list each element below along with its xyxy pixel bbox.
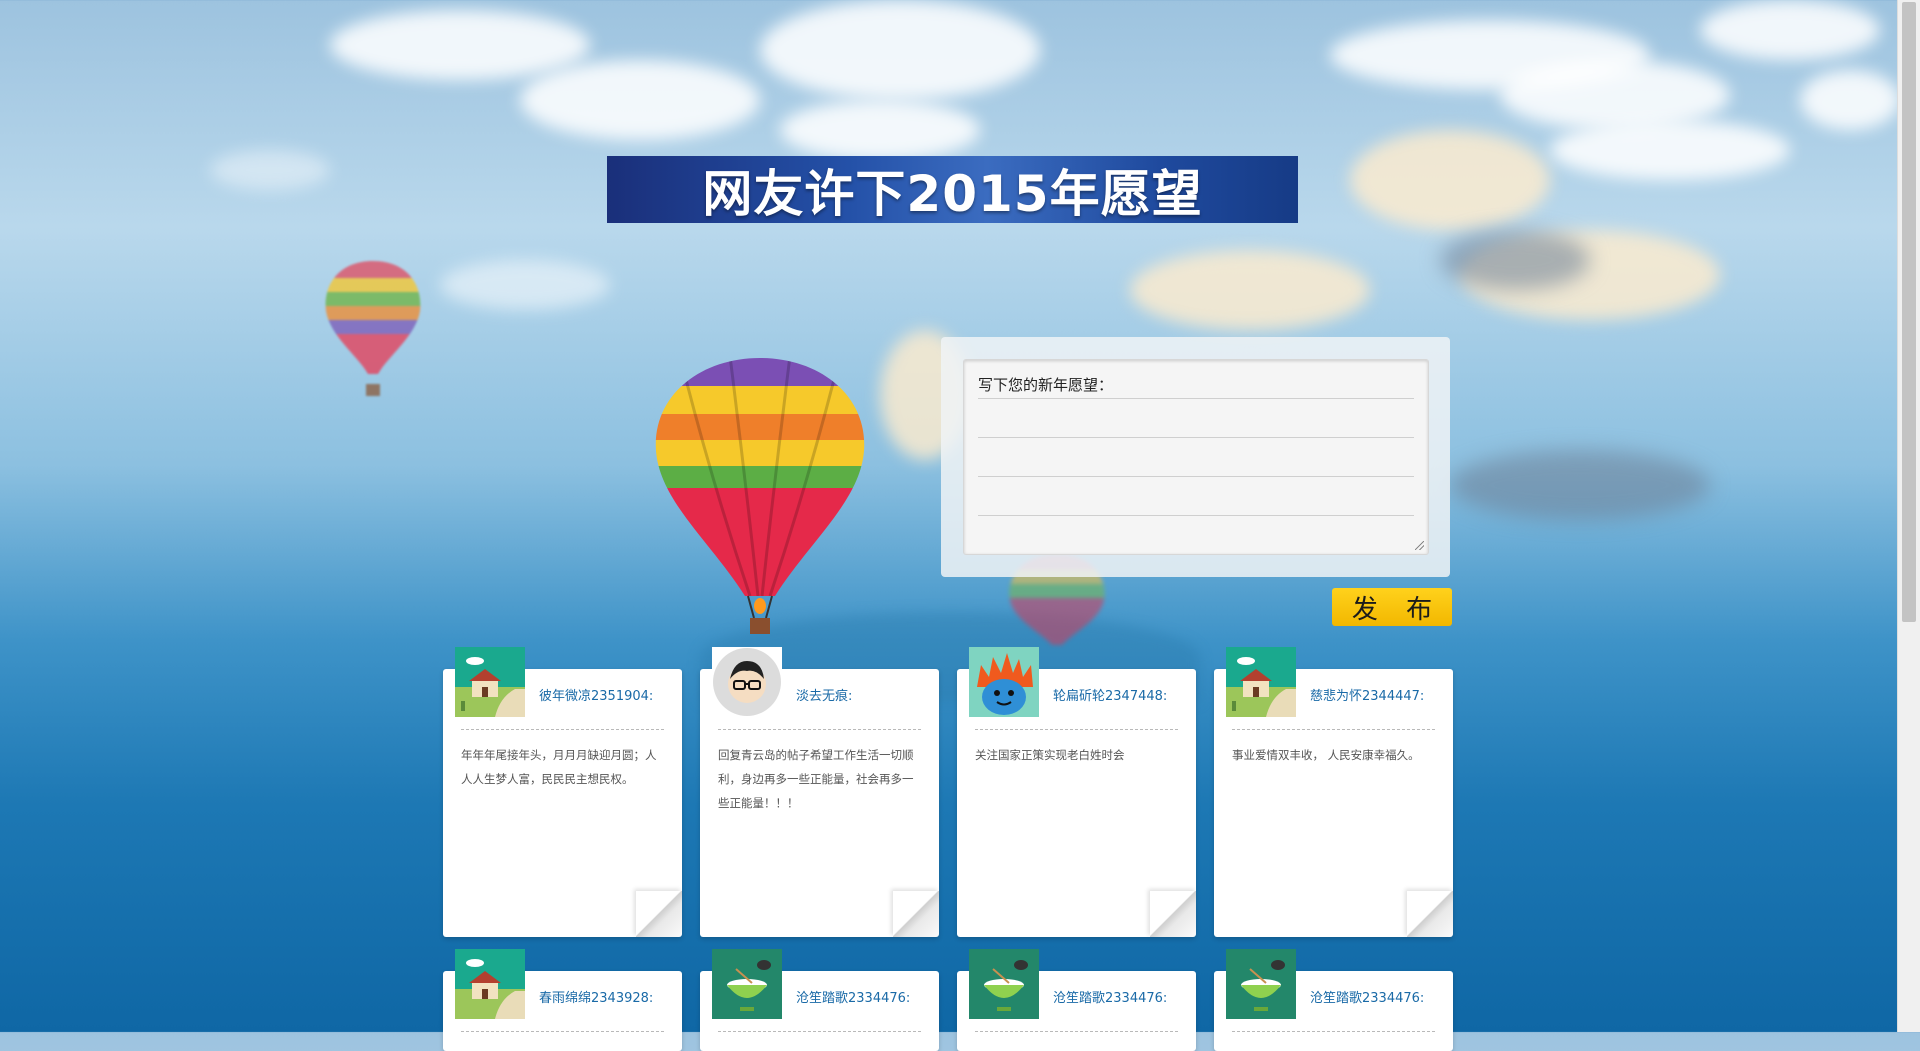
- scrollbar-thumb[interactable]: [1902, 2, 1916, 622]
- page-curl-icon: [893, 891, 939, 937]
- card-divider: [461, 729, 664, 730]
- card-divider: [975, 729, 1178, 730]
- line-divider: [978, 398, 1414, 399]
- rice-bowl-avatar-icon[interactable]: [969, 949, 1039, 1019]
- card-username[interactable]: 轮扁斫轮2347448:: [1053, 685, 1167, 704]
- line-divider: [978, 437, 1414, 438]
- wish-label: 写下您的新年愿望：: [978, 376, 1114, 394]
- rice-bowl-avatar-icon[interactable]: [1226, 949, 1296, 1019]
- resize-grip-icon[interactable]: [1415, 541, 1424, 550]
- publish-button[interactable]: 发 布: [1332, 588, 1452, 626]
- card-content: 回复青云岛的帖子希望工作生活一切顺利，身边再多一些正能量，社会再多一些正能量！！…: [718, 748, 914, 810]
- line-divider: [978, 515, 1414, 516]
- card-username[interactable]: 沧笙踏歌2334476:: [1053, 987, 1167, 1006]
- card-divider: [1232, 729, 1435, 730]
- card-divider: [718, 729, 921, 730]
- page-curl-icon: [1150, 891, 1196, 937]
- wish-form-panel: 写下您的新年愿望：: [941, 337, 1450, 577]
- page-curl-icon: [1407, 891, 1453, 937]
- card-content: 年年年尾接年头，月月月缺迎月圆；人人人生梦人富，民民民主想民权。: [461, 748, 657, 786]
- hot-air-balloon-small-icon: [325, 261, 421, 396]
- flame-monster-avatar-icon[interactable]: [969, 647, 1039, 717]
- card-username[interactable]: 沧笙踏歌2334476:: [796, 987, 910, 1006]
- hot-air-balloon-icon: [655, 358, 865, 634]
- wish-textarea[interactable]: 写下您的新年愿望：: [963, 359, 1429, 555]
- line-divider: [978, 476, 1414, 477]
- house-avatar-icon[interactable]: [1226, 647, 1296, 717]
- page-title-banner: 网友许下2015年愿望: [607, 156, 1298, 223]
- card-username[interactable]: 慈悲为怀2344447:: [1310, 685, 1424, 704]
- house-avatar-icon[interactable]: [455, 949, 525, 1019]
- rice-bowl-avatar-icon[interactable]: [712, 949, 782, 1019]
- card-username[interactable]: 彼年微凉2351904:: [539, 685, 653, 704]
- page-curl-icon: [636, 891, 682, 937]
- glasses-face-avatar-icon[interactable]: [712, 647, 782, 717]
- card-content: 事业爱情双丰收， 人民安康幸福久。: [1232, 748, 1420, 762]
- house-avatar-icon[interactable]: [455, 647, 525, 717]
- card-content: 关注国家正策实现老白姓时会: [975, 748, 1125, 762]
- card-username[interactable]: 淡去无痕:: [796, 685, 852, 704]
- page-title: 网友许下2015年愿望: [702, 164, 1203, 223]
- vertical-scrollbar[interactable]: [1897, 0, 1920, 1032]
- card-username[interactable]: 沧笙踏歌2334476:: [1310, 987, 1424, 1006]
- card-username[interactable]: 春雨绵绵2343928:: [539, 987, 653, 1006]
